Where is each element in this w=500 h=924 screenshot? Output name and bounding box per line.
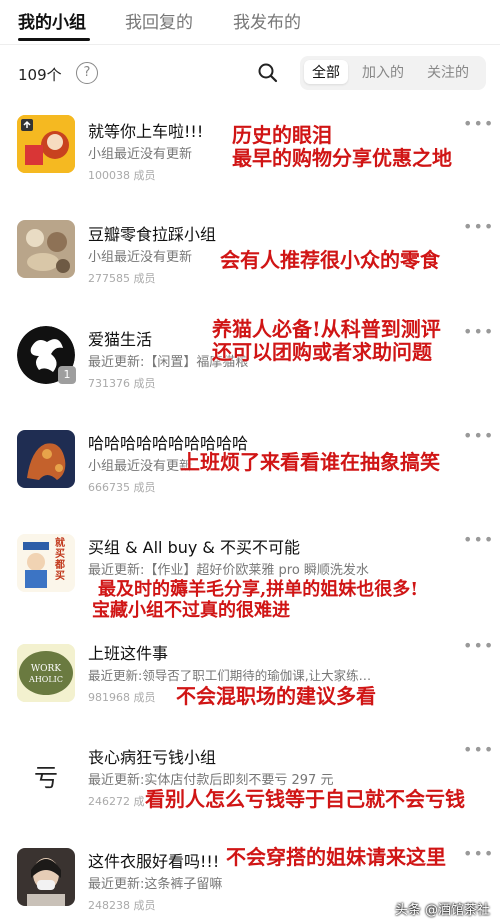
avatar-text: 就买都买 [55, 538, 65, 582]
annotation-line: 历史的眼泪 [232, 123, 332, 147]
annotation-line: 养猫人必备!从科普到测评 [212, 317, 441, 341]
avatar-text-work: WORK [31, 664, 61, 674]
annotation-line: 宝藏小组不过真的很难进 [92, 599, 290, 621]
annotation-line: 最及时的薅羊毛分享,拼单的姐妹也很多! [98, 579, 419, 600]
list-item[interactable]: 亏 丧心病狂亏钱小组 最近更新:实体店付款后即刻不要亏 297 元 246272… [0, 740, 500, 840]
more-icon[interactable]: ••• [463, 740, 494, 759]
group-name: 丧心病狂亏钱小组 [88, 748, 217, 767]
group-avatar [17, 115, 75, 173]
filter-all[interactable]: 全部 [304, 60, 348, 84]
annotation-line: 最早的购物分享优惠之地 [232, 146, 452, 170]
group-member-count: 246272 成 [88, 795, 145, 808]
annotation: 上班烦了来看看谁在抽象搞笑 [180, 451, 440, 474]
tab-bar: 我的小组 我回复的 我发布的 [0, 0, 500, 44]
group-latest-update: 最近更新:实体店付款后即刻不要亏 297 元 [88, 773, 334, 788]
tab-my-posts[interactable]: 我发布的 [233, 8, 301, 33]
filter-segmented-control: 全部 加入的 关注的 [300, 56, 486, 90]
watermark: 头条 @酒馆茶社 [394, 903, 490, 918]
chat-badge: 1 [58, 366, 76, 384]
active-tab-indicator [18, 38, 90, 41]
group-avatar: 就买都买 [17, 534, 75, 592]
divider [0, 44, 500, 45]
group-name: 就等你上车啦!!! [88, 122, 204, 141]
list-item[interactable]: 豆瓣零食拉踩小组 小组最近没有更新 277585 成员 ••• 会有人推荐很小众… [0, 205, 500, 305]
more-icon[interactable]: ••• [463, 322, 494, 341]
filter-joined[interactable]: 加入的 [362, 62, 404, 82]
group-avatar [17, 220, 75, 278]
list-item[interactable]: 就等你上车啦!!! 小组最近没有更新 100038 成员 ••• 历史的眼泪 最… [0, 100, 500, 200]
group-latest-update: 最近更新:【作业】超好价欧莱雅 pro 瞬顺洗发水 [88, 563, 369, 578]
group-avatar [17, 848, 75, 906]
annotation: 最及时的薅羊毛分享,拼单的姐妹也很多! 宝藏小组不过真的很难进 [92, 579, 419, 621]
annotation: 不会混职场的建议多看 [176, 685, 376, 708]
group-name: 豆瓣零食拉踩小组 [88, 225, 217, 244]
more-icon[interactable]: ••• [463, 530, 494, 549]
group-member-count: 981968 成员 [88, 691, 156, 704]
more-icon[interactable]: ••• [463, 636, 494, 655]
help-icon[interactable]: ? [76, 62, 98, 84]
annotation: 看别人怎么亏钱等于自己就不会亏钱 [145, 788, 465, 811]
filter-following[interactable]: 关注的 [427, 62, 469, 82]
annotation: 养猫人必备!从科普到测评 还可以团购或者求助问题 [212, 318, 441, 364]
list-item[interactable]: WORK AHOLIC 上班这件事 最近更新:领导否了职工们期待的瑜伽课,让大家… [0, 634, 500, 734]
group-name: 这件衣服好看吗!!! [88, 852, 220, 871]
avatar-text-aholic: AHOLIC [28, 675, 63, 684]
group-name: 买组 & All buy & 不买不可能 [88, 538, 300, 557]
more-icon[interactable]: ••• [463, 217, 494, 236]
annotation: 历史的眼泪 最早的购物分享优惠之地 [232, 124, 452, 170]
group-latest-update: 最近更新:这条裤子留嘛 [88, 877, 223, 892]
group-latest-update: 最近更新:领导否了职工们期待的瑜伽课,让大家练… [88, 668, 372, 683]
group-name: 爱猫生活 [88, 330, 153, 349]
group-member-count: 277585 成员 [88, 272, 156, 285]
group-latest-update: 小组最近没有更新 [88, 250, 193, 265]
group-member-count: 731376 成员 [88, 377, 156, 390]
annotation: 不会穿搭的姐妹请来这里 [226, 846, 446, 869]
annotation-line: 会有人推荐很小众的零食 [220, 248, 440, 272]
avatar-text: 亏 [34, 764, 58, 792]
list-item[interactable]: 1 爱猫生活 最近更新:【闲置】福摩猫粮 731376 成员 ••• 养猫人必备… [0, 312, 500, 412]
list-item[interactable]: 就买都买 买组 & All buy & 不买不可能 最近更新:【作业】超好价欧莱… [0, 522, 500, 632]
annotation-line: 看别人怎么亏钱等于自己就不会亏钱 [145, 787, 465, 811]
annotation-line: 上班烦了来看看谁在抽象搞笑 [180, 450, 440, 474]
more-icon[interactable]: ••• [463, 426, 494, 445]
annotation-line: 不会穿搭的姐妹请来这里 [226, 845, 446, 869]
group-avatar [17, 430, 75, 488]
group-latest-update: 小组最近没有更新 [88, 147, 193, 162]
more-icon[interactable]: ••• [463, 844, 494, 863]
group-member-count: 666735 成员 [88, 481, 156, 494]
tab-my-replies[interactable]: 我回复的 [125, 8, 193, 33]
annotation: 会有人推荐很小众的零食 [220, 249, 440, 272]
list-item[interactable]: 哈哈哈哈哈哈哈哈哈哈 小组最近没有更新 666735 成员 ••• 上班烦了来看… [0, 418, 500, 518]
annotation-line: 还可以团购或者求助问题 [212, 340, 432, 364]
filter-bar: 109个 ? 全部 加入的 关注的 [0, 52, 500, 96]
tab-my-groups[interactable]: 我的小组 [18, 8, 86, 33]
group-count: 109个 [18, 66, 62, 84]
group-avatar: WORK AHOLIC [17, 644, 75, 702]
group-latest-update: 小组最近没有更新 [88, 459, 193, 474]
group-name: 上班这件事 [88, 644, 169, 663]
search-icon[interactable] [255, 60, 281, 86]
annotation-line: 不会混职场的建议多看 [176, 684, 376, 708]
group-avatar: 亏 [17, 744, 75, 802]
more-icon[interactable]: ••• [463, 114, 494, 133]
group-member-count: 100038 成员 [88, 169, 156, 182]
group-member-count: 248238 成员 [88, 899, 156, 912]
